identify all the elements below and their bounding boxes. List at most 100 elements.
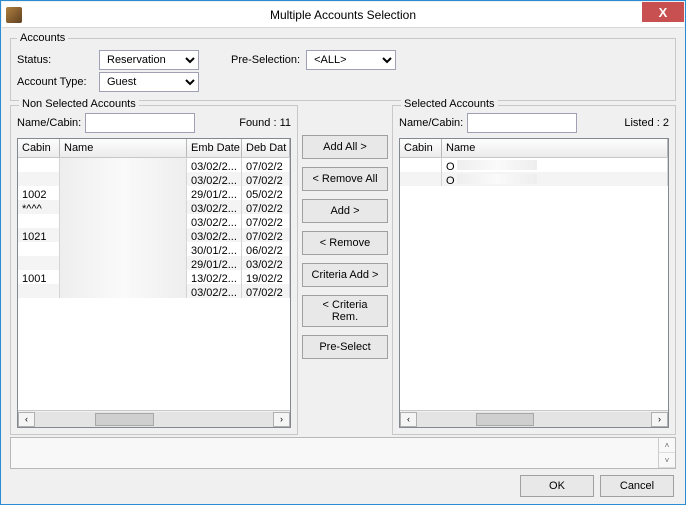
scroll-thumb[interactable] <box>476 413 535 426</box>
cell-name <box>60 256 187 270</box>
accounts-group: Accounts Status: Reservation Pre-Selecti… <box>10 32 676 101</box>
table-row[interactable]: *^^^03/02/2...07/02/2 <box>18 200 290 214</box>
spin-down-icon[interactable]: ˅ <box>659 453 675 468</box>
accounts-legend: Accounts <box>17 32 68 44</box>
cell-name <box>60 214 187 228</box>
cell-emb: 03/02/2... <box>187 228 242 242</box>
non-selected-grid[interactable]: Cabin Name Emb Date Deb Dat 03/02/2...07… <box>17 138 291 428</box>
col-cabin[interactable]: Cabin <box>400 139 442 157</box>
cell-deb: 07/02/2 <box>242 228 290 242</box>
remove-all-button[interactable]: < Remove All <box>302 167 388 191</box>
cell-cabin <box>18 158 60 172</box>
window-body: Accounts Status: Reservation Pre-Selecti… <box>2 28 684 503</box>
found-label: Found : 11 <box>239 117 291 129</box>
cell-deb: 05/02/2 <box>242 186 290 200</box>
cell-name <box>60 228 187 242</box>
status-spinner[interactable]: ˄ ˅ <box>658 438 675 468</box>
table-row[interactable]: 03/02/2...07/02/2 <box>18 284 290 298</box>
cell-cabin: 1001 <box>18 270 60 284</box>
cancel-button[interactable]: Cancel <box>600 475 674 497</box>
right-hscroll[interactable]: ‹ › <box>400 410 668 427</box>
scroll-left-icon[interactable]: ‹ <box>18 412 35 427</box>
criteria-remove-button[interactable]: < Criteria Rem. <box>302 295 388 327</box>
transfer-buttons: Add All > < Remove All Add > < Remove Cr… <box>302 105 388 435</box>
table-row[interactable]: 1001 13/02/2...19/02/2 <box>18 270 290 284</box>
cell-cabin: 1021 <box>18 228 60 242</box>
cell-deb: 07/02/2 <box>242 172 290 186</box>
table-row[interactable]: 1021 03/02/2...07/02/2 <box>18 228 290 242</box>
table-row[interactable]: O <box>400 158 668 172</box>
window: Multiple Accounts Selection X Accounts S… <box>0 0 686 505</box>
right-search-input[interactable] <box>467 113 577 133</box>
account-type-select[interactable]: Guest <box>99 72 199 92</box>
non-selected-panel: Non Selected Accounts Name/Cabin: Found … <box>10 105 298 435</box>
window-title: Multiple Accounts Selection <box>6 8 680 22</box>
cell-deb: 07/02/2 <box>242 200 290 214</box>
scroll-thumb[interactable] <box>95 413 155 426</box>
listed-label: Listed : 2 <box>624 117 669 129</box>
add-all-button[interactable]: Add All > <box>302 135 388 159</box>
left-hscroll[interactable]: ‹ › <box>18 410 290 427</box>
non-selected-title: Non Selected Accounts <box>19 98 139 110</box>
cell-name <box>60 284 187 298</box>
col-cabin[interactable]: Cabin <box>18 139 60 157</box>
selected-title: Selected Accounts <box>401 98 498 110</box>
table-row[interactable]: O <box>400 172 668 186</box>
preselect-button[interactable]: Pre-Select <box>302 335 388 359</box>
cell-emb: 13/02/2... <box>187 270 242 284</box>
criteria-add-button[interactable]: Criteria Add > <box>302 263 388 287</box>
cell-emb: 29/01/2... <box>187 256 242 270</box>
table-row[interactable]: 03/02/2...07/02/2 <box>18 158 290 172</box>
preselection-label: Pre-Selection: <box>231 54 300 66</box>
cell-cabin <box>18 172 60 186</box>
cell-cabin <box>400 172 442 186</box>
cell-emb: 30/01/2... <box>187 242 242 256</box>
cell-cabin: 1002 <box>18 186 60 200</box>
col-name[interactable]: Name <box>442 139 668 157</box>
cell-cabin <box>18 214 60 228</box>
table-row[interactable]: 03/02/2...07/02/2 <box>18 172 290 186</box>
cell-emb: 29/01/2... <box>187 186 242 200</box>
remove-button[interactable]: < Remove <box>302 231 388 255</box>
footer: OK Cancel <box>10 473 676 497</box>
col-emb-date[interactable]: Emb Date <box>187 139 242 157</box>
left-search-input[interactable] <box>85 113 195 133</box>
account-type-label: Account Type: <box>17 76 93 88</box>
cell-name: O <box>442 158 668 172</box>
cell-cabin <box>400 158 442 172</box>
add-button[interactable]: Add > <box>302 199 388 223</box>
cell-emb: 03/02/2... <box>187 158 242 172</box>
cell-name <box>60 200 187 214</box>
scroll-right-icon[interactable]: › <box>651 412 668 427</box>
cell-name <box>60 270 187 284</box>
spin-up-icon[interactable]: ˄ <box>659 438 675 453</box>
scroll-right-icon[interactable]: › <box>273 412 290 427</box>
cell-cabin <box>18 242 60 256</box>
cell-deb: 07/02/2 <box>242 214 290 228</box>
status-bar: ˄ ˅ <box>10 437 676 469</box>
selected-panel: Selected Accounts Name/Cabin: Listed : 2… <box>392 105 676 435</box>
table-row[interactable]: 03/02/2...07/02/2 <box>18 214 290 228</box>
left-search-label: Name/Cabin: <box>17 117 81 129</box>
col-name[interactable]: Name <box>60 139 187 157</box>
table-row[interactable]: 1002 29/01/2...05/02/2 <box>18 186 290 200</box>
cell-deb: 03/02/2 <box>242 256 290 270</box>
selected-grid[interactable]: Cabin Name OO ‹ › <box>399 138 669 428</box>
col-deb-date[interactable]: Deb Dat <box>242 139 290 157</box>
ok-button[interactable]: OK <box>520 475 594 497</box>
table-row[interactable]: 29/01/2...03/02/2 <box>18 256 290 270</box>
status-select[interactable]: Reservation <box>99 50 199 70</box>
cell-cabin <box>18 256 60 270</box>
cell-cabin: *^^^ <box>18 200 60 214</box>
cell-deb: 07/02/2 <box>242 284 290 298</box>
cell-name <box>60 172 187 186</box>
scroll-left-icon[interactable]: ‹ <box>400 412 417 427</box>
cell-emb: 03/02/2... <box>187 172 242 186</box>
titlebar: Multiple Accounts Selection X <box>2 2 684 28</box>
cell-deb: 19/02/2 <box>242 270 290 284</box>
preselection-select[interactable]: <ALL> <box>306 50 396 70</box>
cell-name <box>60 186 187 200</box>
close-button[interactable]: X <box>642 2 684 22</box>
table-row[interactable]: 30/01/2...06/02/2 <box>18 242 290 256</box>
cell-name <box>60 242 187 256</box>
